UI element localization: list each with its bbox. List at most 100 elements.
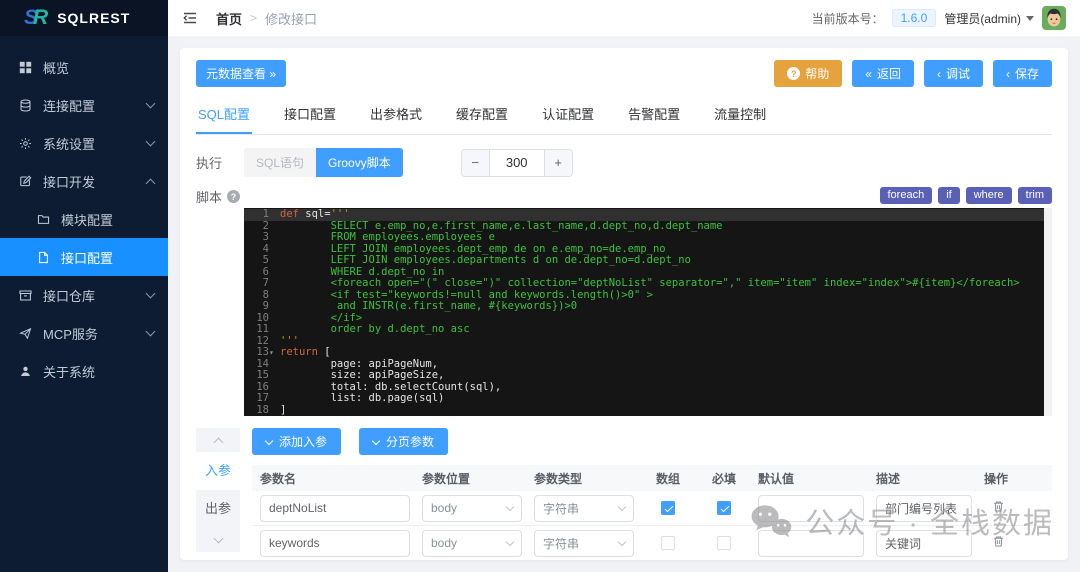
line-number: 5 [244, 255, 280, 267]
param-type-select[interactable]: 字符串 [534, 530, 634, 557]
line-number: 4 [244, 244, 280, 256]
sidebar-item-label: MCP服务 [43, 324, 98, 343]
sidebar-item-system-settings[interactable]: 系统设置 [0, 124, 168, 162]
sidebar-collapse-icon[interactable] [182, 10, 198, 26]
groovy-script-option[interactable]: Groovy脚本 [316, 148, 403, 177]
sidebar-item-api-dev[interactable]: 接口开发 [0, 162, 168, 200]
array-checkbox[interactable] [646, 501, 690, 515]
pagination-params-button[interactable]: 分页参数 [359, 428, 448, 455]
helper-where-button[interactable]: where [966, 187, 1012, 204]
sidebar-item-module-config[interactable]: 模块配置 [0, 200, 168, 238]
sidebar-item-mcp-service[interactable]: MCP服务 [0, 314, 168, 352]
metadata-view-button[interactable]: 元数据查看 » [196, 60, 286, 87]
delete-icon[interactable] [990, 533, 1007, 553]
line-number: 7 [244, 278, 280, 290]
plus-button[interactable]: + [544, 150, 572, 176]
tab-alert-config[interactable]: 告警配置 [626, 97, 682, 134]
app-logo[interactable]: SR SQLREST [0, 0, 168, 36]
sidebar-item-overview[interactable]: 概览 [0, 48, 168, 86]
tab-output-params[interactable]: 出参 [196, 490, 240, 528]
sidebar-item-label: 连接配置 [43, 96, 95, 115]
add-input-param-button[interactable]: 添加入参 [252, 428, 341, 455]
chevron-left-icon: ‹ [1006, 68, 1010, 80]
top-header: 首页 > 修改接口 当前版本号： 1.6.0 管理员(admin) [168, 0, 1080, 36]
chevron-down-icon [618, 538, 626, 546]
user-menu[interactable]: 管理员(admin) [944, 10, 1034, 27]
param-col-header: 参数类型 [534, 470, 634, 487]
logo-icon: SR [24, 6, 41, 30]
param-position-select[interactable]: body [422, 495, 522, 522]
chevron-up-icon [146, 178, 156, 188]
table-row: body 字符串 [252, 526, 1052, 560]
helper-if-button[interactable]: if [938, 187, 960, 204]
helper-foreach-button[interactable]: foreach [880, 187, 933, 204]
tab-cache-config[interactable]: 缓存配置 [454, 97, 510, 134]
sidebar-item-connection-config[interactable]: 连接配置 [0, 86, 168, 124]
timeout-input[interactable] [490, 150, 544, 176]
user-icon [18, 365, 33, 378]
grid-icon [18, 61, 33, 74]
main-content: 元数据查看 » ?帮助 «返回 ‹调试 ‹保存 SQL配置接口配置出参格式缓存配… [168, 36, 1080, 572]
avatar[interactable] [1042, 6, 1066, 30]
sidebar-item-label: 接口开发 [43, 172, 95, 191]
description-input[interactable] [876, 495, 972, 522]
sidebar-item-api-config[interactable]: 接口配置 [0, 238, 168, 276]
breadcrumb-home[interactable]: 首页 [216, 9, 242, 28]
param-name-input[interactable] [260, 495, 410, 522]
chevron-down-icon [146, 289, 156, 299]
app-window: SR SQLREST 概览连接配置系统设置接口开发模块配置接口配置接口仓库MCP… [0, 0, 1080, 572]
line-number: 8 [244, 290, 280, 302]
sidebar-item-about[interactable]: 关于系统 [0, 352, 168, 390]
helper-trim-button[interactable]: trim [1018, 187, 1052, 204]
table-row: body 字符串 [252, 491, 1052, 526]
execute-mode-toggle: SQL语句 Groovy脚本 [244, 148, 403, 177]
gear-icon [18, 137, 33, 150]
help-circle-icon: ? [227, 190, 240, 203]
debug-button[interactable]: ‹调试 [924, 60, 983, 87]
sidebar-item-label: 概览 [43, 58, 69, 77]
operation-cell [984, 498, 1040, 518]
code-editor[interactable]: 1def sql='''2 SELECT e.emp_no,e.first_na… [244, 208, 1052, 416]
chevron-down-icon [618, 503, 626, 511]
line-number: 13▾ [244, 347, 280, 359]
param-name-input[interactable] [260, 530, 410, 557]
help-button[interactable]: ?帮助 [774, 60, 842, 87]
chevron-down-icon [265, 436, 273, 444]
version-label: 当前版本号： [812, 10, 884, 27]
save-button[interactable]: ‹保存 [993, 60, 1052, 87]
collapse-down-icon[interactable] [196, 528, 240, 552]
folder-icon [36, 213, 51, 226]
default-value-input[interactable] [758, 495, 864, 522]
param-col-header: 参数位置 [422, 470, 522, 487]
sidebar-item-api-repo[interactable]: 接口仓库 [0, 276, 168, 314]
description-input[interactable] [876, 530, 972, 557]
tab-auth-config[interactable]: 认证配置 [540, 97, 596, 134]
param-position-select[interactable]: body [422, 530, 522, 557]
tab-input-params[interactable]: 入参 [196, 452, 240, 490]
sql-statement-option[interactable]: SQL语句 [244, 148, 316, 177]
code-line: 9 and INSTR(e.first_name, #{keywords})>0 [244, 301, 1044, 313]
back-button[interactable]: «返回 [852, 60, 914, 87]
tab-flow-control[interactable]: 流量控制 [712, 97, 768, 134]
array-checkbox[interactable] [646, 536, 690, 550]
tab-output-format[interactable]: 出参格式 [368, 97, 424, 134]
sidebar-item-label: 模块配置 [61, 210, 113, 229]
required-checkbox[interactable] [702, 501, 746, 515]
code-text: ] [280, 405, 286, 417]
tab-sql-config[interactable]: SQL配置 [196, 97, 252, 134]
param-type-select[interactable]: 字符串 [534, 495, 634, 522]
required-checkbox[interactable] [702, 536, 746, 550]
script-label: 脚本 [196, 187, 222, 206]
double-chevron-left-icon: « [865, 68, 872, 80]
collapse-up-icon[interactable] [196, 428, 240, 452]
app-title: SQLREST [57, 10, 130, 26]
breadcrumb-current: 修改接口 [265, 9, 317, 28]
minus-button[interactable]: − [462, 150, 490, 176]
line-number: 17 [244, 393, 280, 405]
tab-api-config[interactable]: 接口配置 [282, 97, 338, 134]
default-value-input[interactable] [758, 530, 864, 557]
code-line: 18] [244, 405, 1044, 417]
param-col-header: 数组 [646, 470, 690, 487]
delete-icon[interactable] [990, 498, 1007, 518]
line-number: 15 [244, 370, 280, 382]
